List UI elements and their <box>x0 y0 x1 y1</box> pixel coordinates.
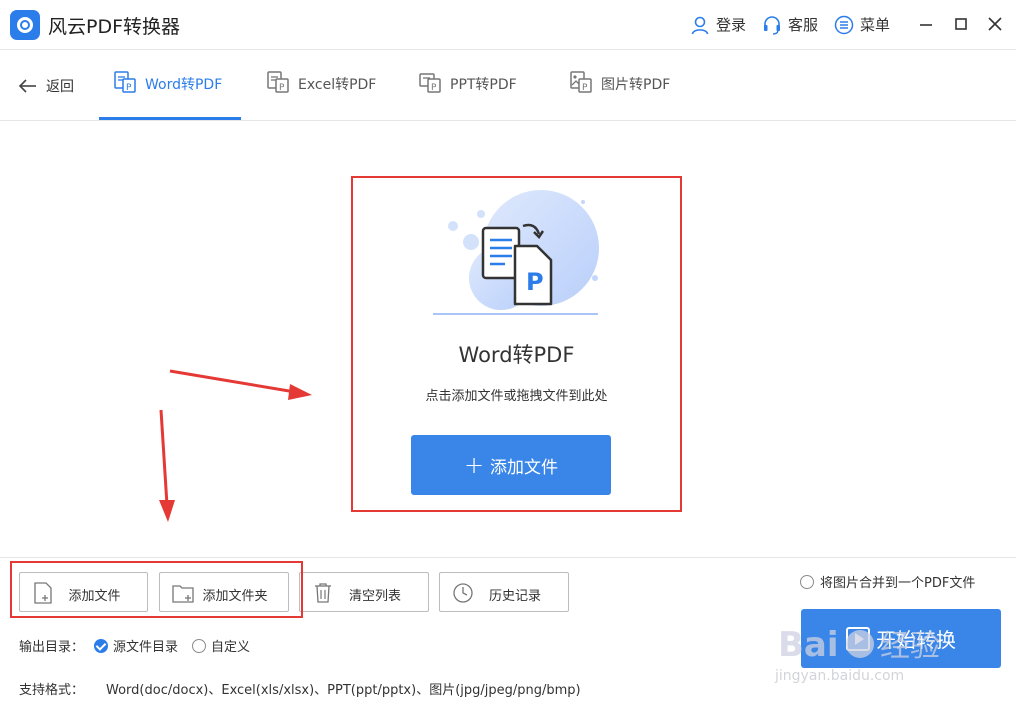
close-icon[interactable] <box>985 14 1005 34</box>
add-file-button[interactable]: + 添加文件 <box>411 435 611 495</box>
tab-label: Excel转PDF <box>298 77 377 93</box>
menu-label: 菜单 <box>860 16 891 34</box>
arrow-right <box>169 369 296 394</box>
menu-button[interactable]: 菜单 <box>834 14 890 35</box>
headset-icon <box>764 15 780 35</box>
arrow-right-head <box>288 384 312 400</box>
output-dir-label: 输出目录： <box>19 640 85 655</box>
back-button[interactable]: 返回 <box>18 76 74 96</box>
tab-image-to-pdf[interactable]: P 图片转PDF <box>569 70 670 121</box>
svg-text:P: P <box>582 83 588 93</box>
output-source-radio[interactable] <box>94 638 109 653</box>
tab-excel-to-pdf[interactable]: P Excel转PDF <box>266 70 376 121</box>
plus-icon: + <box>463 451 485 479</box>
output-custom-radio[interactable] <box>192 638 207 653</box>
history-button[interactable]: 历史记录 <box>439 572 569 612</box>
add-file-label: 添加文件 <box>490 457 559 478</box>
word-to-pdf-icon: P <box>114 71 136 93</box>
svg-text:P: P <box>279 83 285 93</box>
user-icon <box>691 16 709 34</box>
service-button[interactable]: 客服 <box>762 14 818 35</box>
output-source-option[interactable]: 源文件目录 <box>94 636 178 655</box>
merge-images-label: 将图片合并到一个PDF文件 <box>820 576 976 591</box>
tab-label: 图片转PDF <box>601 77 671 93</box>
arrow-left-icon <box>18 79 36 93</box>
formats-list: Word(doc/docx)、Excel(xls/xlsx)、PPT(ppt/p… <box>106 683 581 698</box>
file-drop-zone[interactable]: P Word转PDF 点击添加文件或拖拽文件到此处 + 添加文件 <box>351 176 682 512</box>
svg-text:P: P <box>431 83 437 93</box>
image-to-pdf-icon: P <box>570 71 592 93</box>
output-custom-option[interactable]: 自定义 <box>192 636 250 655</box>
arrow-down-head <box>159 500 175 522</box>
history-label: 历史记录 <box>488 589 541 604</box>
app-title: 风云PDF转换器 <box>48 16 181 38</box>
menu-icon <box>834 15 854 34</box>
merge-images-option[interactable]: 将图片合并到一个PDF文件 <box>800 572 975 591</box>
drop-zone-hint: 点击添加文件或拖拽文件到此处 <box>425 389 608 404</box>
active-tab-indicator <box>99 117 241 120</box>
bottom-panel: 添加文件 添加文件夹 清空列表 历史记录 将图片合并到一个PDF文件 输出目录：… <box>0 557 1016 714</box>
watermark-url: jingyan.baidu.com <box>775 668 905 684</box>
start-convert-button[interactable]: 开始转换 <box>801 609 1001 668</box>
login-button[interactable]: 登录 <box>690 14 746 35</box>
tab-label: Word转PDF <box>145 77 223 93</box>
drop-zone-title: Word转PDF <box>458 343 575 367</box>
play-icon <box>846 626 870 651</box>
merge-images-radio[interactable] <box>800 574 814 589</box>
title-bar: 风云PDF转换器 登录 客服 菜单 <box>0 0 1016 50</box>
login-label: 登录 <box>716 16 747 34</box>
svg-text:P: P <box>126 83 132 93</box>
tab-word-to-pdf[interactable]: P Word转PDF <box>113 70 222 121</box>
start-convert-label: 开始转换 <box>876 628 956 652</box>
arrow-down <box>159 409 169 506</box>
toolbar-highlight-box <box>10 561 303 618</box>
tab-bar: 返回 P Word转PDF P Excel转PDF P PPT转PDF P 图片… <box>0 50 1016 121</box>
word-to-pdf-illustration-icon: P <box>433 190 599 315</box>
app-logo-icon <box>10 10 40 40</box>
svg-text:P: P <box>526 268 544 296</box>
supported-formats-row: 支持格式： Word(doc/docx)、Excel(xls/xlsx)、PPT… <box>19 679 581 698</box>
clear-list-button[interactable]: 清空列表 <box>299 572 429 612</box>
tab-label: PPT转PDF <box>450 77 517 93</box>
excel-to-pdf-icon: P <box>267 71 289 93</box>
output-source-label: 源文件目录 <box>113 640 179 655</box>
minimize-icon[interactable] <box>916 14 936 34</box>
back-label: 返回 <box>46 79 74 95</box>
clear-list-label: 清空列表 <box>348 589 401 604</box>
output-directory-row: 输出目录： 源文件目录 自定义 <box>19 636 250 655</box>
service-label: 客服 <box>788 16 819 34</box>
formats-label: 支持格式： <box>19 683 85 698</box>
output-custom-label: 自定义 <box>211 640 251 655</box>
ppt-to-pdf-icon: P <box>419 73 441 93</box>
maximize-icon[interactable] <box>951 14 971 34</box>
tab-ppt-to-pdf[interactable]: P PPT转PDF <box>418 70 517 121</box>
